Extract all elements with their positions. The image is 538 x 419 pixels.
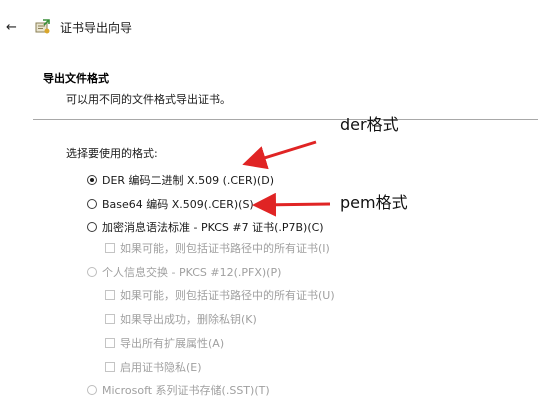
back-arrow-button[interactable]: ← [6, 20, 17, 36]
window-title: 证书导出向导 [60, 21, 133, 35]
format-prompt-label: 选择要使用的格式: [66, 147, 158, 160]
certificate-wizard-icon [35, 19, 50, 34]
checkbox-box[interactable] [105, 338, 115, 348]
checkbox-box[interactable] [105, 290, 115, 300]
title-bar: ← 证书导出向导 [0, 0, 538, 60]
checkbox-label: 如果导出成功，删除私钥(K) [120, 313, 257, 326]
checkbox-box[interactable] [105, 362, 115, 372]
annotation-der-format: der格式 [340, 115, 399, 134]
header-divider [33, 119, 538, 120]
radio-button-base64[interactable] [87, 199, 97, 209]
section-title: 导出文件格式 [43, 72, 109, 85]
checkbox-label: 启用证书隐私(E) [120, 361, 202, 374]
radio-label-pkcs12: 个人信息交换 - PKCS #12(.PFX)(P) [102, 266, 282, 279]
annotation-pem-format: pem格式 [340, 193, 408, 212]
radio-button-pkcs7[interactable] [87, 222, 97, 232]
checkbox-box[interactable] [105, 314, 115, 324]
radio-label-der: DER 编码二进制 X.509 (.CER)(D) [102, 174, 274, 187]
radio-button-der[interactable] [87, 175, 97, 185]
radio-button-sst[interactable] [87, 385, 97, 395]
arrow-to-der [242, 140, 317, 170]
annotation-arrows [242, 140, 331, 217]
arrow-to-base64 [252, 192, 331, 217]
checkbox-label: 如果可能，则包括证书路径中的所有证书(I) [120, 242, 330, 255]
section-description: 可以用不同的文件格式导出证书。 [66, 93, 231, 106]
checkbox-box[interactable] [105, 243, 115, 253]
radio-button-pkcs12[interactable] [87, 267, 97, 277]
checkbox-label: 如果可能，则包括证书路径中的所有证书(U) [120, 289, 335, 302]
radio-label-pkcs7: 加密消息语法标准 - PKCS #7 证书(.P7B)(C) [102, 221, 324, 234]
radio-label-sst: Microsoft 系列证书存储(.SST)(T) [102, 384, 270, 397]
radio-label-base64: Base64 编码 X.509(.CER)(S) [102, 198, 254, 211]
checkbox-label: 导出所有扩展属性(A) [120, 337, 225, 350]
